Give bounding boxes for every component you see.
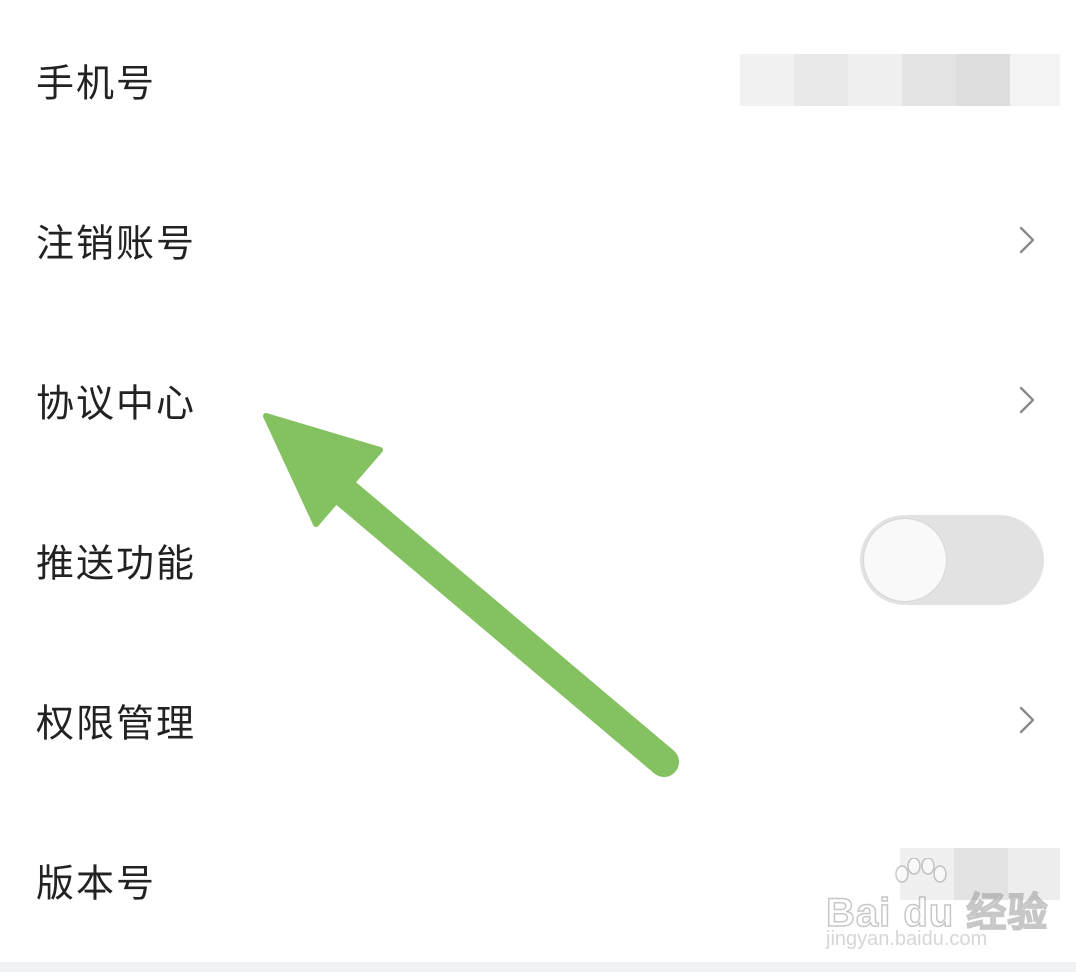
chevron-right-icon — [1019, 226, 1035, 254]
settings-list: 手机号 注销账号 协议中心 推送功能 权限管理 版本号 — [0, 0, 1076, 960]
chevron-right-icon — [1019, 706, 1035, 734]
permissions-label: 权限管理 — [36, 701, 197, 746]
settings-row-cancel-account[interactable]: 注销账号 — [0, 160, 1076, 320]
push-label: 推送功能 — [36, 541, 197, 586]
settings-row-agreement-center[interactable]: 协议中心 — [0, 320, 1076, 480]
push-toggle[interactable] — [860, 515, 1044, 605]
agreement-center-label: 协议中心 — [36, 381, 197, 426]
phone-label: 手机号 — [36, 61, 157, 106]
cancel-account-label: 注销账号 — [36, 221, 197, 266]
chevron-right-icon — [1019, 386, 1035, 414]
phone-value-masked — [740, 54, 1060, 106]
settings-row-permissions[interactable]: 权限管理 — [0, 640, 1076, 800]
settings-row-push: 推送功能 — [0, 480, 1076, 640]
bottom-strip — [0, 962, 1076, 972]
settings-row-phone[interactable]: 手机号 — [0, 0, 1076, 160]
version-label: 版本号 — [36, 861, 157, 906]
watermark-url: jingyan.baidu.com — [826, 928, 988, 950]
watermark: Bai du 经验 jingyan.baidu.com — [825, 858, 1048, 958]
toggle-knob — [864, 519, 946, 601]
